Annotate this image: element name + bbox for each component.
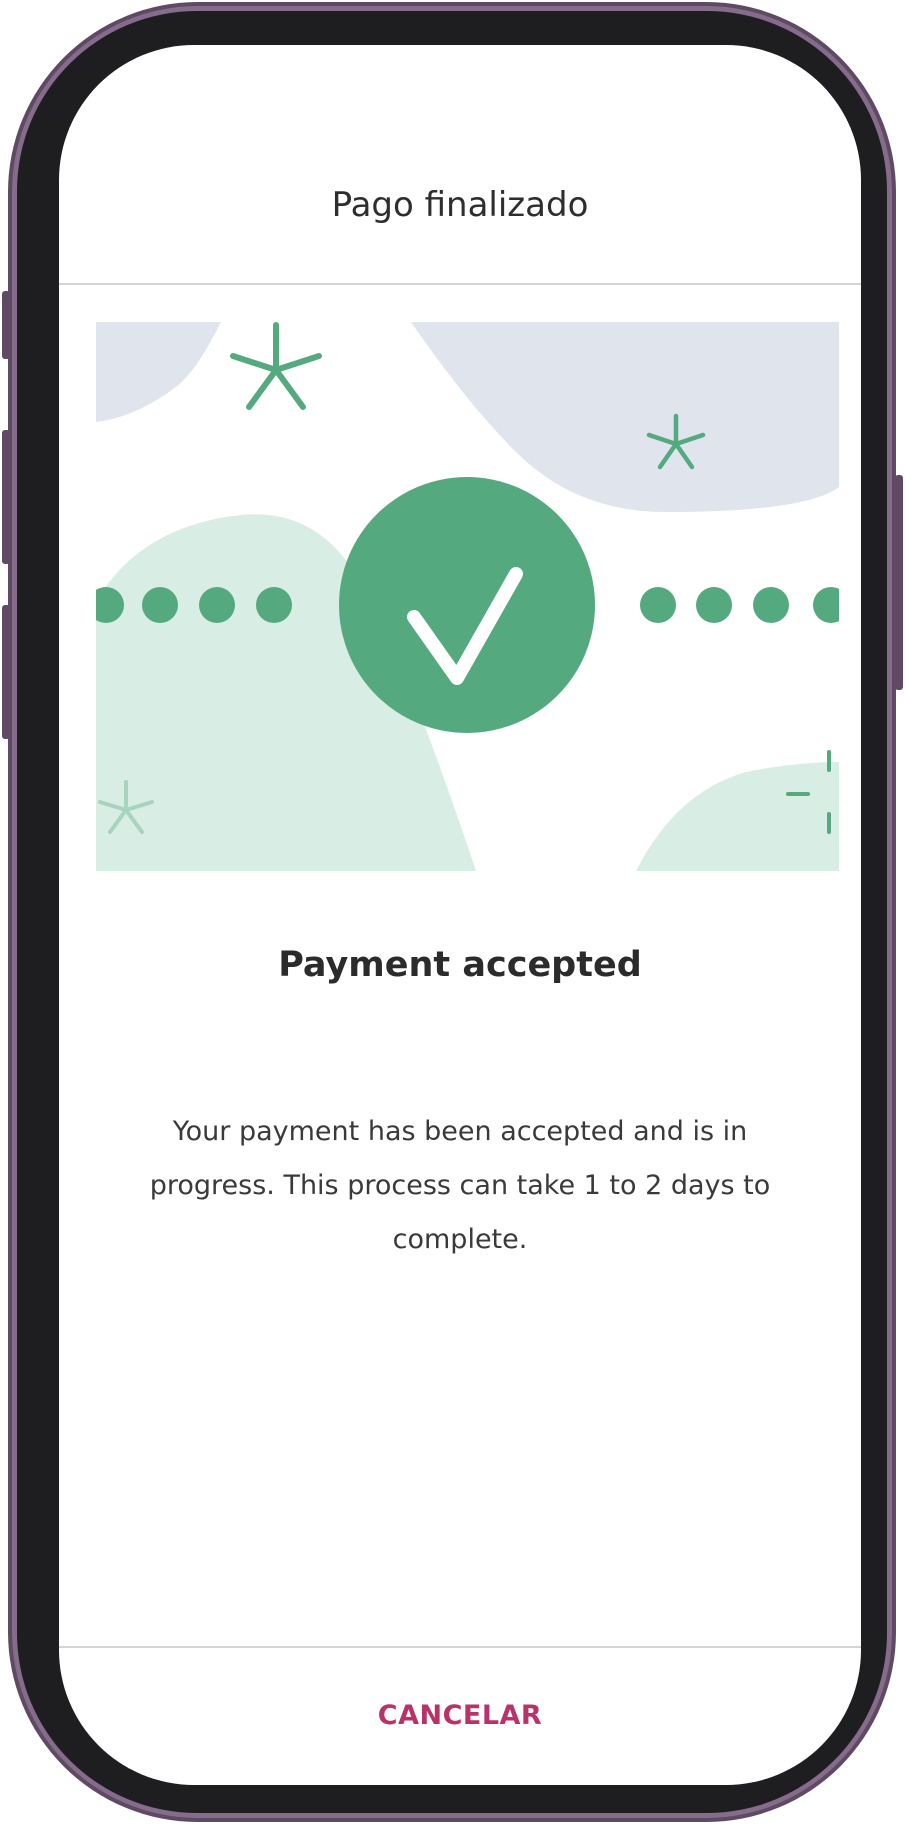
phone-side-button-left-3 bbox=[2, 605, 10, 739]
success-circle bbox=[339, 477, 595, 733]
progress-dots-right bbox=[640, 587, 839, 623]
app-header: Pago finalizado bbox=[59, 45, 861, 285]
payment-success-illustration bbox=[96, 322, 839, 871]
status-message: Your payment has been accepted and is in… bbox=[149, 1116, 771, 1255]
phone-side-button-left-2 bbox=[2, 430, 10, 564]
light-blue-top-left-shape bbox=[96, 322, 221, 422]
cancel-button[interactable]: CANCELAR bbox=[360, 1685, 560, 1745]
phone-side-button-left-1 bbox=[2, 291, 10, 359]
page-title: Pago finalizado bbox=[331, 185, 589, 225]
phone-side-button-right bbox=[895, 475, 903, 690]
footer-divider bbox=[59, 1646, 861, 1648]
phone-frame: Pago finalizado Payment accepted Your pa… bbox=[8, 2, 896, 1822]
star-icon-top-left bbox=[230, 322, 322, 410]
status-headline: Payment accepted bbox=[278, 945, 642, 985]
app-screen: Pago finalizado Payment accepted Your pa… bbox=[59, 45, 861, 1785]
light-green-bottom-right-hill bbox=[636, 762, 839, 871]
